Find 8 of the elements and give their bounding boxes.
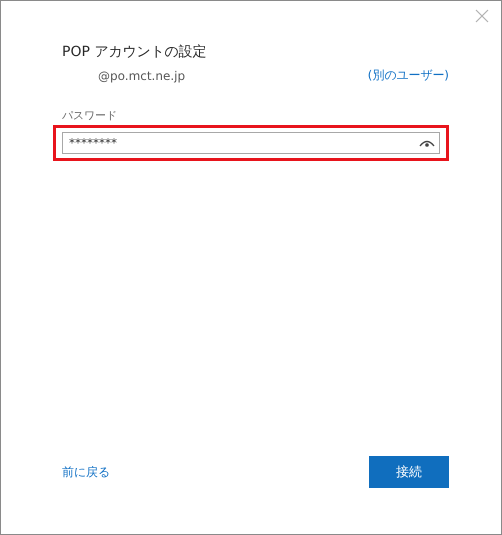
- password-field[interactable]: ********: [62, 132, 440, 154]
- other-user-link[interactable]: (別のユーザー): [368, 67, 449, 84]
- back-link[interactable]: 前に戻る: [62, 464, 110, 480]
- email-address: @po.mct.ne.jp: [98, 68, 186, 82]
- dialog-title: POP アカウントの設定: [62, 43, 208, 61]
- password-label: パスワード: [62, 108, 118, 123]
- connect-button[interactable]: 接続: [369, 456, 449, 488]
- eye-icon[interactable]: [419, 138, 435, 148]
